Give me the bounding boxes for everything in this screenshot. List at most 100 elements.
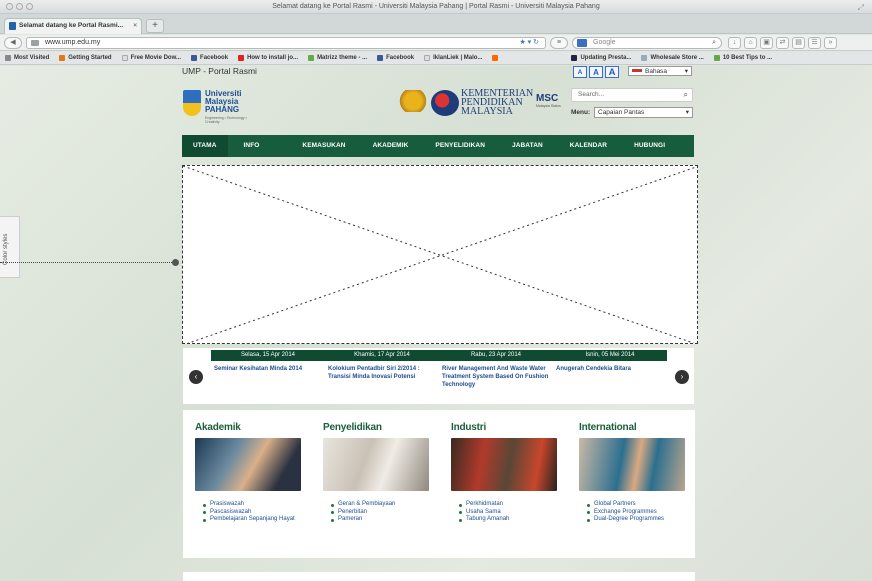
search-bar[interactable]: Google ⌕ <box>572 37 722 49</box>
browser-tab[interactable]: Selamat datang ke Portal Rasmi... × <box>4 18 142 34</box>
font-size-large-button[interactable]: A <box>605 66 619 78</box>
category-title[interactable]: Akademik <box>195 422 313 433</box>
rss-icon[interactable]: ≡ <box>550 37 568 49</box>
tips-icon <box>713 55 720 61</box>
download-icon[interactable]: ↓ <box>728 37 741 49</box>
addon-icon[interactable]: ▣ <box>760 37 773 49</box>
previous-arrow-icon[interactable]: ‹ <box>189 370 203 384</box>
bookmark-item[interactable]: Most Visited <box>0 52 54 64</box>
youtube-icon <box>238 55 245 61</box>
event-item[interactable]: Isnin, 05 Mei 2014 Anugerah Cendekia Bita… <box>553 350 667 373</box>
main-navigation: UTAMA INFO UMP KEMASUKAN AKADEMIK PENYEL… <box>182 135 694 171</box>
ump-logo[interactable]: Universiti Malaysia PAHANG Engineering •… <box>183 90 253 124</box>
category-link[interactable]: Tabung Amanah <box>459 516 569 524</box>
site-search-input[interactable]: Search... ⌕ <box>571 88 693 102</box>
bookmark-item[interactable]: Getting Started <box>54 52 116 64</box>
event-item[interactable]: Selasa, 15 Apr 2014 Seminar Kesihatan Min… <box>211 350 325 373</box>
nav-item-utama[interactable]: UTAMA <box>182 135 228 157</box>
facebook-icon <box>377 55 384 61</box>
category-title[interactable]: International <box>579 422 697 433</box>
zoom-window-button[interactable] <box>26 3 33 10</box>
annotation-dot <box>172 259 179 266</box>
search-icon[interactable]: ⌕ <box>684 89 688 101</box>
category-link[interactable]: Geran & Pembiayaan <box>331 501 441 509</box>
category-link[interactable]: Pembelajaran Sepanjang Hayat <box>203 516 313 524</box>
events-carousel: ‹ Selasa, 15 Apr 2014 Seminar Kesihatan M… <box>183 348 694 404</box>
bookmark-item[interactable]: Facebook <box>186 52 233 64</box>
nav-item-kalendar[interactable]: KALENDAR <box>554 135 618 157</box>
store-icon <box>641 55 648 61</box>
category-link[interactable]: Global Partners <box>587 501 697 509</box>
laboratory-image[interactable] <box>323 438 429 491</box>
category-link[interactable]: Usaha Sama <box>459 509 569 517</box>
bookmark-item[interactable]: 10 Best Tips to ... <box>709 52 777 64</box>
nav-item-akademik[interactable]: AKADEMIK <box>357 135 420 157</box>
tab-strip: Selamat datang ke Portal Rasmi... × + <box>0 14 872 34</box>
category-link[interactable]: Exchange Programmes <box>587 509 697 517</box>
bookmark-item[interactable]: Free Movie Dow... <box>117 52 186 64</box>
home-icon[interactable]: ⌂ <box>744 37 757 49</box>
category-link[interactable]: Pascasiswazah <box>203 509 313 517</box>
category-link[interactable]: Prasiswazah <box>203 501 313 509</box>
bookmark-item[interactable]: Updating Presta... <box>566 52 636 64</box>
close-window-button[interactable] <box>6 3 13 10</box>
kementerian-logo-icon <box>431 90 459 116</box>
category-international: International Global Partners Exchange P… <box>579 422 697 524</box>
font-size-medium-button[interactable]: A <box>589 66 603 78</box>
students-image[interactable] <box>195 438 301 491</box>
web-page: Color styles UMP - Portal Rasmi A A A Ba… <box>0 66 872 581</box>
back-button[interactable]: ◀ <box>4 37 22 49</box>
menu-icon[interactable]: ▤ <box>792 37 805 49</box>
portal-label: UMP - Portal Rasmi <box>182 66 257 76</box>
bookmark-item[interactable]: How to install jo... <box>233 52 303 64</box>
page-icon <box>424 55 431 61</box>
category-title[interactable]: Industri <box>451 422 569 433</box>
extension-icon[interactable]: ☰ <box>808 37 821 49</box>
folder-icon <box>5 55 11 61</box>
ump-shield-icon <box>183 90 201 116</box>
nav-item-jabatan[interactable]: JABATAN <box>496 135 554 157</box>
category-title[interactable]: Penyelidikan <box>323 422 441 433</box>
category-link[interactable]: Perkhidmatan <box>459 501 569 509</box>
category-link[interactable]: Pameran <box>331 516 441 524</box>
facebook-icon <box>191 55 198 61</box>
coat-of-arms-icon <box>398 90 428 112</box>
google-icon <box>577 39 587 47</box>
nav-item-kemasukan[interactable]: KEMASUKAN <box>286 135 356 157</box>
close-tab-icon[interactable]: × <box>133 19 137 33</box>
image-slider-placeholder[interactable] <box>182 165 698 344</box>
nav-item-hubungi-kami[interactable]: HUBUNGI KAMI <box>618 135 694 171</box>
event-item[interactable]: Rabu, 23 Apr 2014 River Management And Wa… <box>439 350 553 389</box>
minimize-window-button[interactable] <box>16 3 23 10</box>
logo-tagline: Engineering • Technology • Creativity <box>205 116 247 124</box>
font-size-small-button[interactable]: A <box>573 66 587 78</box>
chevron-down-icon: ▾ <box>685 109 689 116</box>
toolbar-icons: ↓ ⌂ ▣ ⇄ ▤ ☰ » <box>728 37 837 49</box>
industry-image[interactable] <box>451 438 557 491</box>
more-icon[interactable]: » <box>824 37 837 49</box>
bookmark-star-icon[interactable]: ★ ▾ ↻ <box>519 38 539 48</box>
address-bar[interactable]: www.ump.edu.my ★ ▾ ↻ <box>26 37 546 49</box>
color-styles-tab[interactable]: Color styles <box>0 216 20 278</box>
nav-item-penyelidikan[interactable]: PENYELIDIKAN <box>419 135 496 157</box>
bookmark-item[interactable]: Matrizz theme - ... <box>303 52 372 64</box>
page-icon <box>121 55 128 61</box>
search-icon[interactable]: ⌕ <box>712 38 716 48</box>
x-icon <box>571 55 578 61</box>
bookmark-item[interactable]: Facebook <box>372 52 419 64</box>
category-link[interactable]: Penerbitan <box>331 509 441 517</box>
category-link[interactable]: Dual-Degree Programmes <box>587 516 697 524</box>
event-item[interactable]: Khamis, 17 Apr 2014 Kolokium Pentadbir Si… <box>325 350 439 381</box>
new-tab-button[interactable]: + <box>146 19 164 33</box>
language-select[interactable]: Bahasa ▾ <box>628 66 692 76</box>
bookmark-item[interactable]: Wholesale Store ... <box>636 52 708 64</box>
fullscreen-icon[interactable]: ⤢ <box>858 1 864 15</box>
bookmark-item[interactable]: IklanLiek | Malo... <box>419 52 487 64</box>
nav-item-info-ump[interactable]: INFO UMP <box>228 135 287 171</box>
sync-icon[interactable]: ⇄ <box>776 37 789 49</box>
next-arrow-icon[interactable]: › <box>675 370 689 384</box>
quick-access-select[interactable]: Capaian Pantas ▾ <box>594 107 693 118</box>
window-controls[interactable] <box>6 3 33 10</box>
bookmark-item[interactable] <box>487 52 566 64</box>
international-student-image[interactable] <box>579 438 685 491</box>
